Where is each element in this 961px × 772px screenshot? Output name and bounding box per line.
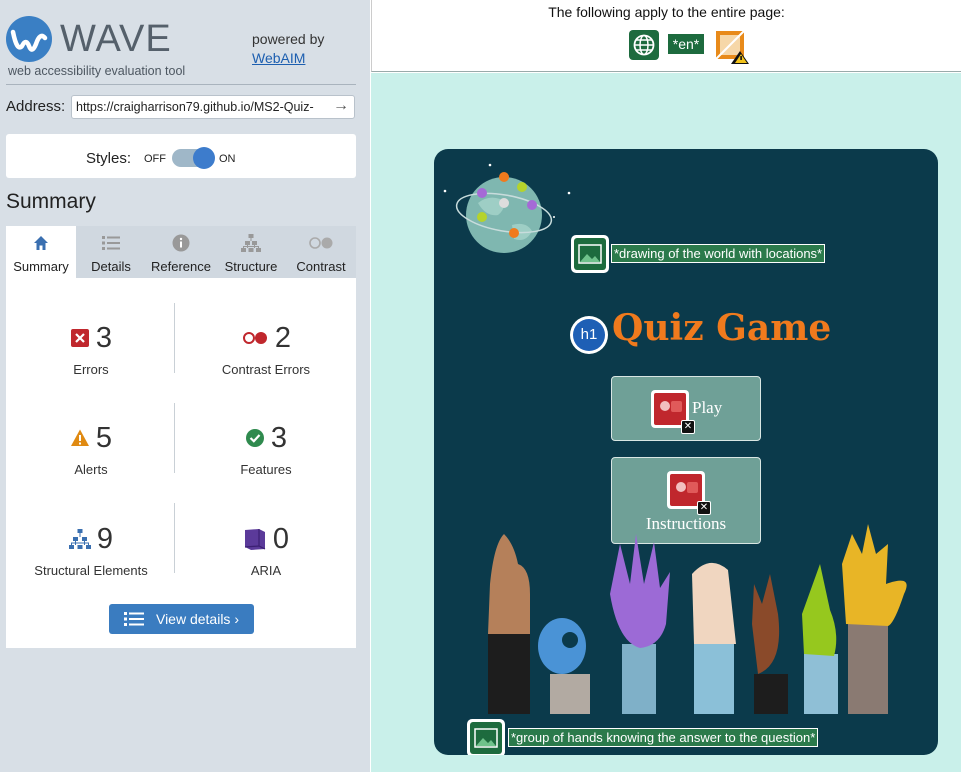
wave-title: WAVE <box>60 18 172 60</box>
alerts-count: 5 <box>95 421 113 454</box>
aria-icon <box>244 529 266 550</box>
styles-toggle[interactable] <box>172 147 215 169</box>
page-level-banner: The following apply to the entire page: … <box>371 0 961 72</box>
error-button-empty-icon[interactable]: ✕ <box>667 471 711 515</box>
image-alt-text-2: *group of hands knowing the answer to th… <box>508 728 819 747</box>
info-icon <box>146 234 216 252</box>
h1-badge-text: h1 <box>573 319 605 351</box>
features-label: Features <box>240 462 292 477</box>
tab-label: Structure <box>224 259 278 274</box>
feature-check-icon <box>245 429 264 447</box>
page-content: *drawing of the world with locations* h1… <box>371 73 961 772</box>
tab-label: Contrast <box>296 259 346 274</box>
address-input[interactable]: https://craigharrison79.github.io/MS2-Qu… <box>71 95 355 119</box>
tab-label: Summary <box>13 259 69 274</box>
play-label: Play <box>692 398 723 417</box>
wave-logo-icon <box>6 16 52 62</box>
structural-stat[interactable]: 9 Structural Elements <box>6 521 176 579</box>
tab-reference[interactable]: Reference <box>146 226 216 278</box>
language-tag-text: *en* <box>672 36 700 52</box>
image-alt-icon[interactable] <box>467 719 505 755</box>
view-details-label: View details › <box>155 611 239 627</box>
styles-off-label: OFF <box>144 153 166 165</box>
panel-tabs: Summary Details Reference Structure Cont… <box>6 226 356 278</box>
close-icon: ✕ <box>697 501 711 515</box>
list-icon <box>76 234 146 252</box>
toggle-knob[interactable] <box>193 147 215 169</box>
errors-label: Errors <box>73 362 109 377</box>
play-button[interactable]: ✕ Play <box>611 376 761 441</box>
wave-window: WAVE web accessibility evaluation tool p… <box>0 0 961 772</box>
quiz-game-card: *drawing of the world with locations* h1… <box>434 149 938 755</box>
divider <box>6 84 356 85</box>
address-value[interactable]: https://craigharrison79.github.io/MS2-Qu… <box>76 100 330 114</box>
styles-on-label: ON <box>219 153 236 165</box>
contrast-errors-label: Contrast Errors <box>221 362 311 377</box>
webaim-link[interactable]: WebAIM <box>252 50 305 66</box>
go-arrow-icon[interactable]: → <box>333 97 349 115</box>
alerts-stat[interactable]: 5 Alerts <box>6 420 176 477</box>
summary-heading: Summary <box>6 190 96 213</box>
errors-count: 3 <box>95 321 113 354</box>
tab-summary[interactable]: Summary <box>6 226 76 278</box>
features-stat[interactable]: 3 Features <box>181 420 351 478</box>
view-details-button[interactable]: View details › <box>109 604 254 634</box>
error-button-empty-icon[interactable]: ✕ <box>651 390 695 434</box>
alerts-label: Alerts <box>74 462 108 477</box>
quiz-game-title: Quiz Game <box>612 307 832 349</box>
heading-h1-badge[interactable]: h1 <box>570 316 608 354</box>
contrast-errors-stat[interactable]: 2 Contrast Errors <box>181 320 351 378</box>
home-icon <box>6 234 76 252</box>
errors-stat[interactable]: 3 Errors <box>6 320 176 377</box>
hierarchy-icon <box>216 234 286 252</box>
world-illustration <box>443 163 571 253</box>
banner-text: The following apply to the entire page: <box>548 4 785 20</box>
contrast-icon <box>286 234 356 252</box>
image-alt-text-1: *drawing of the world with locations* <box>611 244 826 263</box>
image-alt-icon[interactable] <box>571 235 609 273</box>
css-alert-icon[interactable] <box>712 27 750 65</box>
tab-details[interactable]: Details <box>76 226 146 278</box>
aria-label: ARIA <box>250 563 282 578</box>
alert-icon <box>70 429 89 446</box>
structural-label: Structural Elements <box>34 563 148 578</box>
structural-count: 9 <box>96 522 114 555</box>
address-label: Address: <box>6 98 66 115</box>
contrast-errors-count: 2 <box>274 321 292 354</box>
error-icon <box>70 329 89 347</box>
raised-hands-illustration <box>488 524 907 714</box>
language-tag-badge[interactable]: *en* <box>668 34 704 54</box>
summary-card: 3 Errors 2 Contrast Errors 5 Alerts 3 Fe… <box>6 278 356 648</box>
powered-by-text: powered by <box>252 31 325 47</box>
features-count: 3 <box>270 421 288 454</box>
list-icon <box>123 612 144 626</box>
styles-toggle-card: Styles: OFF ON <box>6 134 356 178</box>
aria-count: 0 <box>272 522 290 555</box>
tab-label: Details <box>91 259 131 274</box>
tab-label: Reference <box>151 259 211 274</box>
styles-label: Styles: <box>86 150 132 167</box>
contrast-error-icon <box>242 332 267 344</box>
wave-subtitle: web accessibility evaluation tool <box>8 64 186 78</box>
wave-sidebar: WAVE web accessibility evaluation tool p… <box>0 0 370 772</box>
aria-stat[interactable]: 0 ARIA <box>181 521 351 578</box>
tab-contrast[interactable]: Contrast <box>286 226 356 278</box>
tab-structure[interactable]: Structure <box>216 226 286 278</box>
language-globe-icon[interactable] <box>627 28 661 62</box>
structure-icon <box>68 529 91 549</box>
close-icon: ✕ <box>681 420 695 434</box>
